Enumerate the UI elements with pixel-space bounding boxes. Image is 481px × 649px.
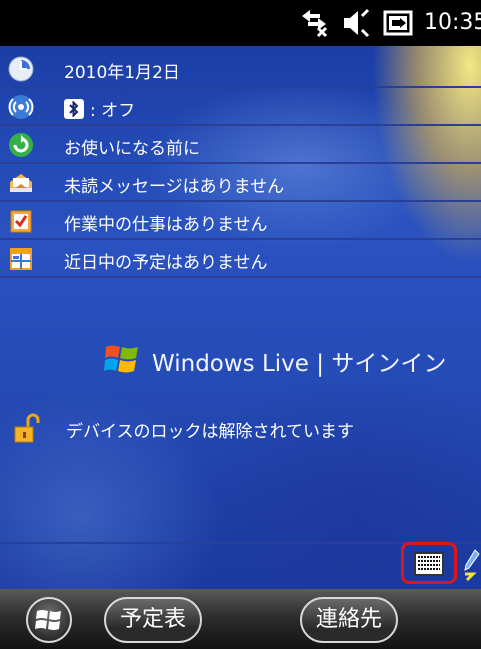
tasks-label: 作業中の仕事はありません [64, 215, 268, 235]
start-button[interactable] [26, 597, 72, 643]
status-time[interactable]: 10:35 [424, 10, 481, 35]
windows-live-label: Windows Live | サインイン [152, 351, 447, 377]
battery-charging-icon[interactable] [382, 8, 416, 38]
device-lock-status[interactable]: デバイスのロックは解除されています [0, 407, 481, 447]
bluetooth-status: : オフ [90, 101, 136, 121]
today-item-messages[interactable]: 未読メッセージはありません [0, 164, 481, 202]
calendar-label: 近日中の予定はありません [64, 253, 268, 273]
wireless-icon [8, 95, 34, 119]
today-item-date[interactable]: 2010年1月2日 [0, 50, 481, 88]
getting-started-label: お使いになる前に [64, 139, 200, 159]
today-item-getting-started[interactable]: お使いになる前に [0, 126, 481, 164]
today-item-tasks[interactable]: 作業中の仕事はありません [0, 202, 481, 240]
softkey-bar: 予定表 連絡先 [0, 589, 481, 649]
calendar-softkey[interactable]: 予定表 [104, 597, 202, 643]
clock-icon [8, 56, 34, 82]
input-panel-button[interactable] [401, 542, 457, 584]
lock-status-label: デバイスのロックは解除されています [66, 422, 354, 442]
today-item-calendar[interactable]: 近日中の予定はありません [0, 240, 481, 278]
volume-icon[interactable] [340, 8, 372, 38]
tasks-icon [10, 210, 32, 233]
getting-started-icon [9, 133, 33, 157]
connectivity-icon[interactable] [300, 8, 328, 38]
calendar-icon [10, 248, 32, 270]
messaging-icon [10, 174, 32, 192]
windows-live-signin[interactable]: Windows Live | サインイン [0, 322, 481, 392]
today-item-wireless[interactable]: : オフ [0, 88, 481, 126]
messages-label: 未読メッセージはありません [64, 177, 285, 197]
windows-start-icon [35, 610, 61, 630]
windows-flag-icon [104, 345, 138, 373]
date-label: 2010年1月2日 [64, 63, 180, 83]
unlock-icon [14, 413, 40, 443]
wireless-label: : オフ [64, 96, 135, 121]
contacts-softkey[interactable]: 連絡先 [300, 597, 398, 643]
status-bar[interactable]: 10:35 [0, 0, 481, 46]
pen-icon[interactable] [461, 548, 481, 584]
today-screen: 10:35 2010年1月2日 : オフ お使いになる前に 未読メッセージはあり… [0, 0, 481, 649]
keyboard-icon [414, 552, 444, 576]
bluetooth-icon [64, 99, 84, 119]
